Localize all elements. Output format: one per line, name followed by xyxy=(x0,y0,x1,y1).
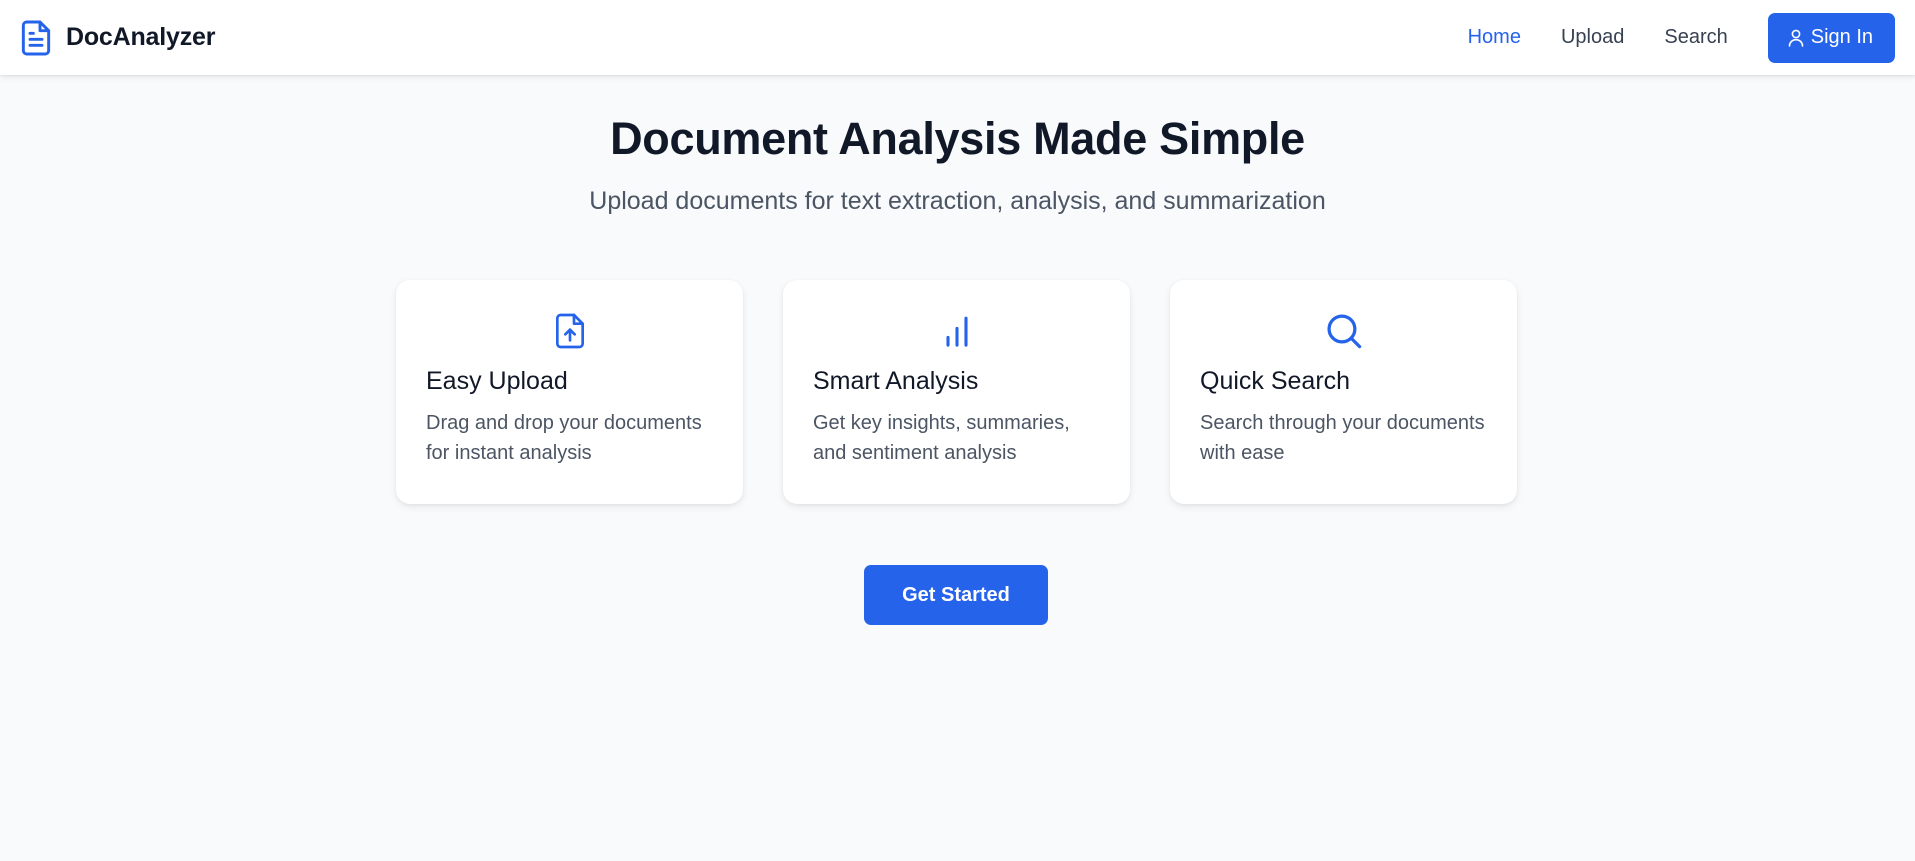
feature-card-easy-upload: Easy Upload Drag and drop your documents… xyxy=(396,280,743,504)
search-icon xyxy=(1200,310,1487,352)
feature-title: Smart Analysis xyxy=(813,367,979,395)
sign-in-label: Sign In xyxy=(1810,26,1873,48)
feature-title: Quick Search xyxy=(1200,367,1351,395)
brand-name: DocAnalyzer xyxy=(66,23,216,51)
brand[interactable]: DocAnalyzer xyxy=(20,19,215,57)
nav-links: Home Upload Search Sign In xyxy=(1428,12,1895,63)
feature-card-smart-analysis: Smart Analysis Get key insights, summari… xyxy=(783,280,1130,504)
feature-cards: Easy Upload Drag and drop your documents… xyxy=(396,280,1517,504)
get-started-button[interactable]: Get Started xyxy=(864,565,1048,625)
bar-chart-icon xyxy=(813,310,1100,352)
feature-title: Easy Upload xyxy=(426,367,568,395)
sign-in-button[interactable]: Sign In xyxy=(1767,12,1895,63)
feature-description: Get key insights, summaries, and sentime… xyxy=(813,412,1070,464)
hero: Document Analysis Made Simple Upload doc… xyxy=(0,113,1915,216)
file-upload-icon xyxy=(426,310,713,352)
navbar: DocAnalyzer Home Upload Search Sign In xyxy=(0,0,1915,75)
nav-link-home[interactable]: Home xyxy=(1468,26,1521,49)
feature-card-quick-search: Quick Search Search through your documen… xyxy=(1170,280,1517,504)
document-icon xyxy=(20,19,52,57)
nav-link-search[interactable]: Search xyxy=(1664,26,1727,49)
feature-description: Search through your documents with ease xyxy=(1200,412,1485,464)
user-icon xyxy=(1788,29,1804,47)
page-subtitle: Upload documents for text extraction, an… xyxy=(589,187,1326,215)
feature-description: Drag and drop your documents for instant… xyxy=(426,412,702,464)
page-title: Document Analysis Made Simple xyxy=(610,113,1305,164)
nav-link-upload[interactable]: Upload xyxy=(1561,26,1624,49)
